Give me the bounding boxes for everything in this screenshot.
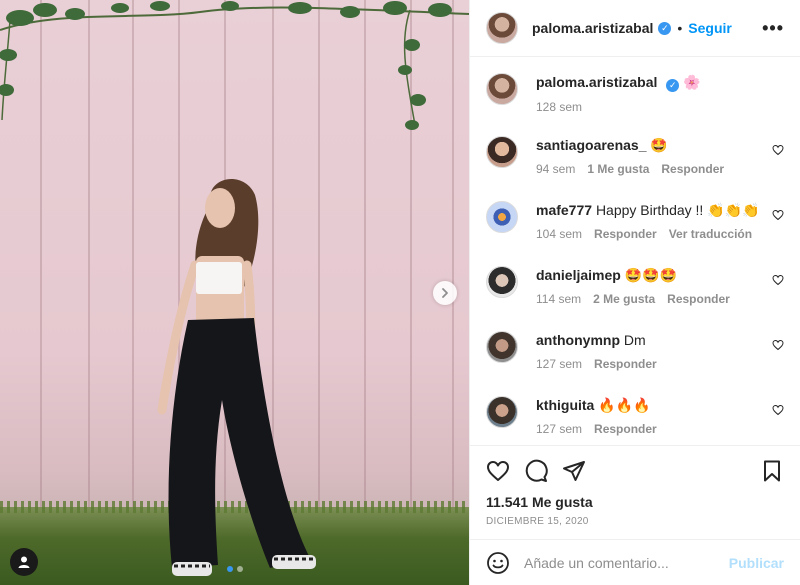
reply-button[interactable]: Responder: [594, 357, 657, 371]
action-icons: [486, 458, 784, 484]
comment-text: 🔥🔥🔥: [598, 396, 651, 413]
comment-time[interactable]: 104 sem: [536, 227, 582, 241]
like-comment-heart-icon[interactable]: [772, 274, 784, 286]
follow-button[interactable]: Seguir: [688, 20, 732, 36]
comment-item: mafe777 Happy Birthday !! 👏👏👏 104 sem Re…: [486, 200, 784, 266]
commenter-avatar[interactable]: [486, 330, 518, 363]
comment-time[interactable]: 127 sem: [536, 357, 582, 371]
reply-button[interactable]: Responder: [667, 292, 730, 306]
caption-text: 🌸: [683, 74, 701, 90]
caption-username[interactable]: paloma.aristizabal: [536, 74, 657, 90]
verified-badge-icon: ✓: [666, 78, 680, 92]
author-avatar[interactable]: [486, 12, 518, 44]
post-date[interactable]: DICIEMBRE 15, 2020: [486, 516, 784, 527]
carousel-indicator: [0, 566, 469, 572]
separator-dot: •: [677, 20, 683, 36]
reply-button[interactable]: Responder: [594, 227, 657, 241]
comment-input[interactable]: [524, 554, 729, 571]
comment-item: santiagoarenas_ 🤩 94 sem 1 Me gusta Resp…: [486, 135, 784, 201]
comment-username[interactable]: santiagoarenas_: [536, 137, 647, 153]
commenter-avatar[interactable]: [486, 395, 518, 428]
like-comment-heart-icon[interactable]: [772, 339, 784, 351]
like-comment-heart-icon[interactable]: [772, 144, 784, 156]
post-photo[interactable]: [0, 0, 469, 585]
like-heart-icon[interactable]: [486, 459, 510, 483]
verified-badge-icon: ✓: [658, 21, 672, 35]
post-header: paloma.aristizabal ✓ • Seguir •••: [470, 0, 800, 57]
comment-username[interactable]: kthiguita: [536, 397, 594, 413]
comments-list[interactable]: paloma.aristizabal ✓ 🌸 128 sem santiagoa…: [470, 57, 800, 445]
carousel-dot: [226, 566, 233, 572]
comment-likes[interactable]: 2 Me gusta: [593, 292, 655, 306]
add-comment-bar: Publicar: [470, 539, 800, 585]
comment-time[interactable]: 127 sem: [536, 422, 582, 436]
comment-item: kthiguita 🔥🔥🔥 127 sem Responder: [486, 395, 784, 446]
publish-button[interactable]: Publicar: [729, 555, 784, 571]
share-paper-plane-icon[interactable]: [562, 459, 586, 483]
comment-username[interactable]: danieljaimep: [536, 267, 621, 283]
vine-leaves: [0, 1, 469, 130]
comment-item: danieljaimep 🤩🤩🤩 114 sem 2 Me gusta Resp…: [486, 265, 784, 331]
comment-text: 🤩🤩🤩: [624, 266, 677, 283]
chevron-right-icon: [442, 288, 448, 298]
post-sidebar: paloma.aristizabal ✓ • Seguir ••• paloma…: [469, 0, 800, 585]
comment-text: Dm: [623, 331, 646, 348]
reply-button[interactable]: Responder: [661, 162, 724, 176]
commenter-avatar[interactable]: [486, 200, 518, 233]
comment-likes[interactable]: 1 Me gusta: [587, 162, 649, 176]
author-username[interactable]: paloma.aristizabal: [532, 20, 653, 36]
comment-username[interactable]: anthonymnp: [536, 332, 620, 348]
comment-time[interactable]: 114 sem: [536, 292, 581, 306]
comment-text: 🤩: [650, 136, 668, 153]
instagram-post: paloma.aristizabal ✓ • Seguir ••• paloma…: [0, 0, 800, 585]
commenter-avatar[interactable]: [486, 265, 518, 298]
post-actions: 11.541 Me gusta DICIEMBRE 15, 2020 Publi…: [470, 445, 800, 585]
author-avatar[interactable]: [486, 73, 518, 105]
likes-count[interactable]: 11.541 Me gusta: [486, 494, 784, 510]
caption-time[interactable]: 128 sem: [536, 100, 582, 114]
commenter-avatar[interactable]: [486, 135, 518, 168]
next-slide-button[interactable]: [433, 281, 457, 305]
see-translation-button[interactable]: Ver traducción: [669, 227, 752, 241]
reply-button[interactable]: Responder: [594, 422, 657, 436]
more-options-icon[interactable]: •••: [762, 18, 784, 39]
emoji-smiley-icon[interactable]: [486, 551, 510, 575]
post-caption: paloma.aristizabal ✓ 🌸 128 sem: [486, 73, 784, 114]
comment-bubble-icon[interactable]: [524, 459, 548, 483]
comment-time[interactable]: 94 sem: [536, 162, 575, 176]
like-comment-heart-icon[interactable]: [772, 209, 784, 221]
comment-text: Happy Birthday !! 👏👏👏: [595, 201, 760, 218]
like-comment-heart-icon[interactable]: [772, 404, 784, 416]
comment-username[interactable]: mafe777: [536, 202, 592, 218]
comment-item: anthonymnp Dm 127 sem Responder: [486, 330, 784, 396]
save-bookmark-icon[interactable]: [760, 459, 784, 483]
model-figure: [157, 178, 316, 576]
carousel-dot: [236, 566, 243, 572]
